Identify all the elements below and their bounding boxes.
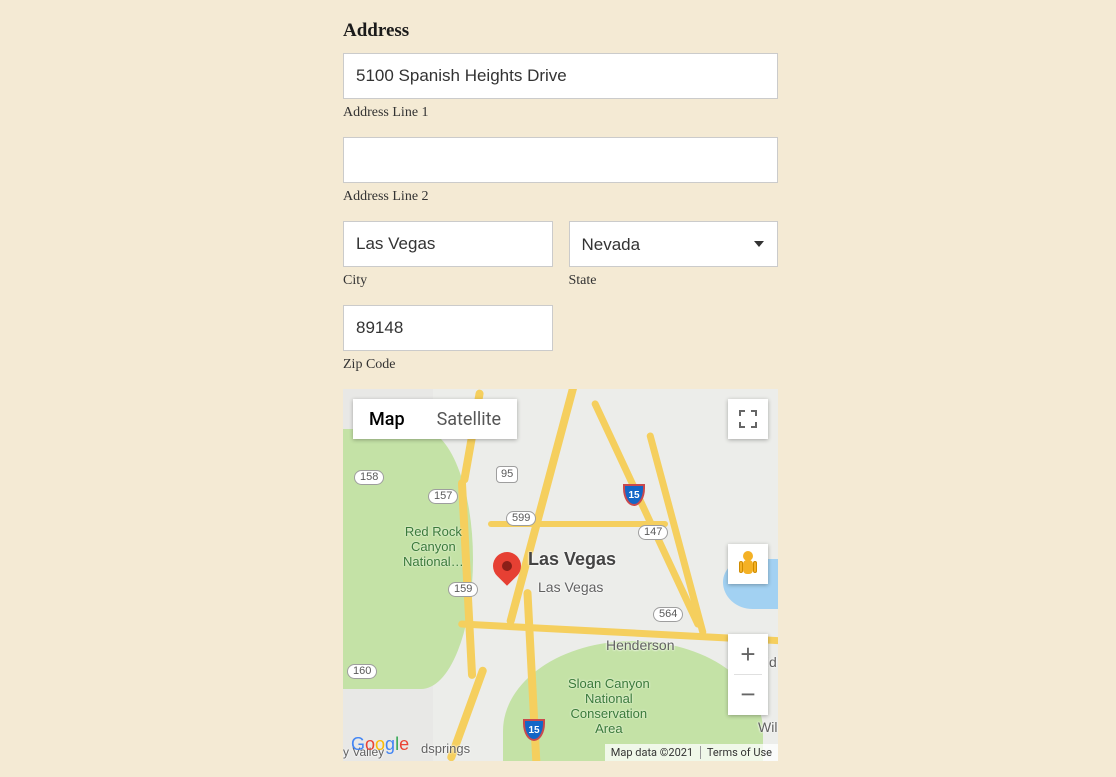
state-label: State bbox=[569, 273, 779, 289]
address-line-1-label: Address Line 1 bbox=[343, 105, 778, 121]
streetview-pegman-button[interactable] bbox=[728, 544, 768, 584]
map-label: Henderson bbox=[606, 637, 675, 653]
route-shield: 564 bbox=[653, 607, 683, 622]
zip-input[interactable] bbox=[343, 305, 553, 351]
fullscreen-button[interactable] bbox=[728, 399, 768, 439]
map-label: dsprings bbox=[421, 741, 470, 756]
route-shield: 95 bbox=[496, 466, 518, 483]
divider bbox=[734, 674, 762, 675]
terms-link[interactable]: Terms of Use bbox=[700, 746, 772, 759]
address-heading: Address bbox=[343, 20, 778, 42]
map-label-primary: Las Vegas bbox=[528, 549, 616, 570]
map-park-label: Red Rock Canyon National… bbox=[403, 525, 464, 570]
state-select[interactable]: Nevada bbox=[569, 221, 779, 267]
map[interactable]: 158 157 159 160 95 599 147 564 15 15 Las… bbox=[343, 389, 778, 761]
route-shield: 158 bbox=[354, 470, 384, 485]
zip-label: Zip Code bbox=[343, 357, 553, 373]
address-line-2-input[interactable] bbox=[343, 137, 778, 183]
map-park-label: Sloan Canyon National Conservation Area bbox=[568, 677, 650, 737]
fullscreen-icon bbox=[739, 410, 757, 428]
route-shield: 159 bbox=[448, 582, 478, 597]
zoom-control: + − bbox=[728, 634, 768, 715]
city-input[interactable] bbox=[343, 221, 553, 267]
zoom-out-button[interactable]: − bbox=[728, 675, 768, 716]
address-line-1-input[interactable] bbox=[343, 53, 778, 99]
city-field bbox=[343, 221, 553, 267]
state-field: Nevada bbox=[569, 221, 779, 267]
map-data-label: Map data ©2021 bbox=[611, 746, 693, 759]
map-tab-satellite[interactable]: Satellite bbox=[421, 399, 517, 439]
google-logo: Google bbox=[351, 734, 409, 755]
route-shield: 599 bbox=[506, 511, 536, 526]
map-label: Las Vegas bbox=[538, 579, 603, 595]
map-tab-map[interactable]: Map bbox=[353, 399, 421, 439]
map-attribution: Map data ©2021 Terms of Use bbox=[605, 744, 778, 761]
city-label: City bbox=[343, 273, 553, 289]
address-form: Address Address Line 1 Address Line 2 Ci… bbox=[343, 20, 778, 761]
pegman-icon bbox=[741, 551, 755, 577]
route-shield: 147 bbox=[638, 525, 668, 540]
zoom-in-button[interactable]: + bbox=[728, 634, 768, 675]
zip-field bbox=[343, 305, 553, 351]
map-type-tabs: Map Satellite bbox=[353, 399, 517, 439]
map-label: Wil bbox=[758, 719, 777, 735]
route-shield: 160 bbox=[347, 664, 377, 679]
route-shield: 157 bbox=[428, 489, 458, 504]
address-line-2-field bbox=[343, 137, 778, 183]
address-line-2-label: Address Line 2 bbox=[343, 189, 778, 205]
address-line-1-field bbox=[343, 53, 778, 99]
